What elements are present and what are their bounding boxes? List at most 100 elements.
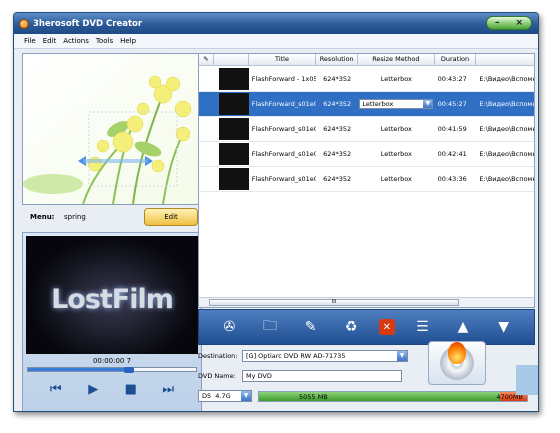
move-down-icon[interactable]: ▼ — [491, 314, 517, 340]
app-logo-icon — [19, 18, 29, 29]
resize-value: Letterbox — [362, 100, 394, 108]
path-cell: E:\Видео\Вспомн — [479, 100, 535, 108]
dvd-type-select[interactable]: D5 4.7G ▼ — [198, 390, 252, 402]
menu-file[interactable]: File — [24, 37, 36, 45]
menu-label: Menu: — [30, 213, 55, 221]
path-cell: E:\Видео\Вспомн — [479, 150, 535, 158]
chevron-down-icon[interactable]: ▼ — [397, 351, 407, 361]
title-column-header[interactable]: Title — [249, 54, 317, 66]
video-thumbnail — [219, 118, 249, 140]
title-cell: FlashForward_s01e0 — [251, 125, 317, 133]
burn-disc-icon — [440, 342, 474, 380]
edit-column-icon: ✎ — [199, 54, 214, 66]
resize-cell: Letterbox — [380, 75, 412, 83]
table-row[interactable]: FlashForward_s01e0 624*352 Letterbox 00:41:… — [199, 117, 534, 142]
destination-select[interactable]: [G] Optiarc DVD RW AD-71735 ▼ — [242, 350, 408, 362]
spring-flowers-image — [23, 54, 201, 204]
edit-clip-icon[interactable]: ✎ — [298, 314, 324, 340]
title-cell: FlashForward_s01e0 — [251, 175, 317, 183]
time-readout: 00:00:00 7 — [92, 357, 132, 365]
delete-icon[interactable]: ✕ — [378, 319, 395, 335]
chevron-down-icon[interactable]: ▼ — [241, 391, 251, 401]
video-thumbnail — [219, 68, 249, 90]
path-column-header — [476, 54, 534, 66]
film-reel-icon[interactable]: ✇ — [216, 314, 242, 340]
dvd-capacity: 4.7G — [215, 392, 231, 400]
dvd-name-input[interactable]: My DVD — [242, 370, 402, 382]
edit-menu-button[interactable]: Edit — [144, 208, 198, 226]
resize-cell: Letterbox — [380, 150, 412, 158]
table-row[interactable]: FlashForward_s01e0 624*352 Letterbox 00:42:… — [199, 142, 534, 167]
duration-cell: 00:45:27 — [437, 100, 467, 108]
burn-button[interactable] — [428, 341, 486, 385]
destination-row: Destination: [G] Optiarc DVD RW AD-71735… — [198, 349, 428, 363]
capacity-bar: 5055 MB 4700MB — [258, 390, 528, 402]
add-folder-icon[interactable]: 🗀 — [257, 314, 283, 340]
resize-method-select[interactable]: Letterbox ▼ — [359, 99, 434, 109]
menu-help[interactable]: Help — [120, 37, 136, 45]
move-up-icon[interactable]: ▲ — [450, 314, 476, 340]
resolution-column-header[interactable]: Resolution — [316, 54, 359, 66]
dvd-name-row: DVD Name: My DVD — [198, 369, 428, 383]
path-cell: E:\Видео\Вспомн — [479, 125, 535, 133]
list-icon[interactable]: ☰ — [409, 314, 435, 340]
menu-tools[interactable]: Tools — [96, 37, 113, 45]
chevron-down-icon[interactable]: ▼ — [423, 100, 433, 108]
play-icon[interactable]: ▶ — [82, 381, 104, 399]
table-row[interactable]: FlashForward - 1x05 624*352 Letterbox 00:43… — [199, 67, 534, 92]
menu-actions[interactable]: Actions — [63, 37, 89, 45]
resize-cell: Letterbox — [380, 175, 412, 183]
video-overlay-text: LostFilm — [51, 284, 174, 315]
destination-value: [G] Optiarc DVD RW AD-71735 — [246, 352, 346, 360]
duration-cell: 00:41:59 — [437, 125, 467, 133]
thumb-column-header — [214, 54, 249, 66]
title-cell: FlashForward_s01e0 — [251, 150, 317, 158]
close-icon[interactable]: × — [515, 18, 523, 28]
table-row[interactable]: FlashForward_s01e0 624*352 Letterbox 00:43:… — [199, 167, 534, 192]
video-player: LostFilm 00:00:00 7 ⏮ ▶ ■ ⏭ — [22, 232, 202, 411]
minimize-icon[interactable]: – — [495, 18, 500, 28]
seek-progress — [28, 368, 129, 371]
video-thumbnail — [219, 93, 249, 115]
menu-preview — [22, 53, 202, 205]
size-row: D5 4.7G ▼ 5055 MB 4700MB — [198, 389, 528, 403]
table-row[interactable]: FlashForward_s01e0 624*352 Letterbox ▼ 00:45… — [199, 92, 534, 117]
menu-value: spring — [64, 213, 86, 221]
resize-cell: Letterbox ▼ — [358, 92, 435, 116]
window-controls[interactable]: – × — [486, 16, 532, 30]
title-bar: 3herosoft DVD Creator – × — [14, 13, 538, 34]
resolution-cell: 624*352 — [323, 100, 352, 108]
side-decoration — [516, 365, 538, 395]
duration-cell: 00:43:36 — [437, 175, 467, 183]
dvd-name-label: DVD Name: — [198, 372, 236, 380]
table-header: ✎ Title Resolution Resize Method Duratio… — [199, 54, 534, 66]
video-thumbnail — [219, 168, 249, 190]
horizontal-scrollbar[interactable]: III — [199, 297, 534, 307]
menu-edit[interactable]: Edit — [43, 37, 57, 45]
menu-bar: File Edit Actions Tools Help — [14, 34, 538, 49]
destination-label: Destination: — [198, 352, 238, 360]
video-thumbnail — [219, 143, 249, 165]
left-panel: Menu: spring Edit LostFilm 00:00:00 7 ⏮ … — [22, 53, 202, 411]
skip-back-icon[interactable]: ⏮ — [45, 381, 67, 399]
seek-bar[interactable] — [27, 367, 197, 373]
used-size-text: 5055 MB — [299, 392, 328, 401]
capacity-used-fill — [259, 391, 501, 401]
stop-icon[interactable]: ■ — [120, 381, 142, 399]
toolbar: ✇ 🗀 ✎ ♻ ✕ ☰ ▲ ▼ — [198, 309, 535, 345]
file-table: ✎ Title Resolution Resize Method Duratio… — [198, 53, 535, 308]
duration-column-header[interactable]: Duration — [435, 54, 477, 66]
scrollbar-thumb[interactable]: III — [209, 299, 459, 306]
path-cell: E:\Видео\Вспомн — [479, 75, 535, 83]
resolution-cell: 624*352 — [323, 175, 352, 183]
duration-cell: 00:43:27 — [437, 75, 467, 83]
player-controls: ⏮ ▶ ■ ⏭ — [23, 381, 201, 403]
resize-column-header[interactable]: Resize Method — [358, 54, 435, 66]
resize-cell: Letterbox — [380, 125, 412, 133]
skip-forward-icon[interactable]: ⏭ — [157, 381, 179, 399]
seek-handle[interactable] — [124, 367, 134, 373]
resolution-cell: 624*352 — [323, 125, 352, 133]
menu-row: Menu: spring Edit — [22, 208, 202, 226]
recycle-bin-icon[interactable]: ♻ — [338, 314, 364, 340]
video-screen: LostFilm — [26, 236, 198, 354]
